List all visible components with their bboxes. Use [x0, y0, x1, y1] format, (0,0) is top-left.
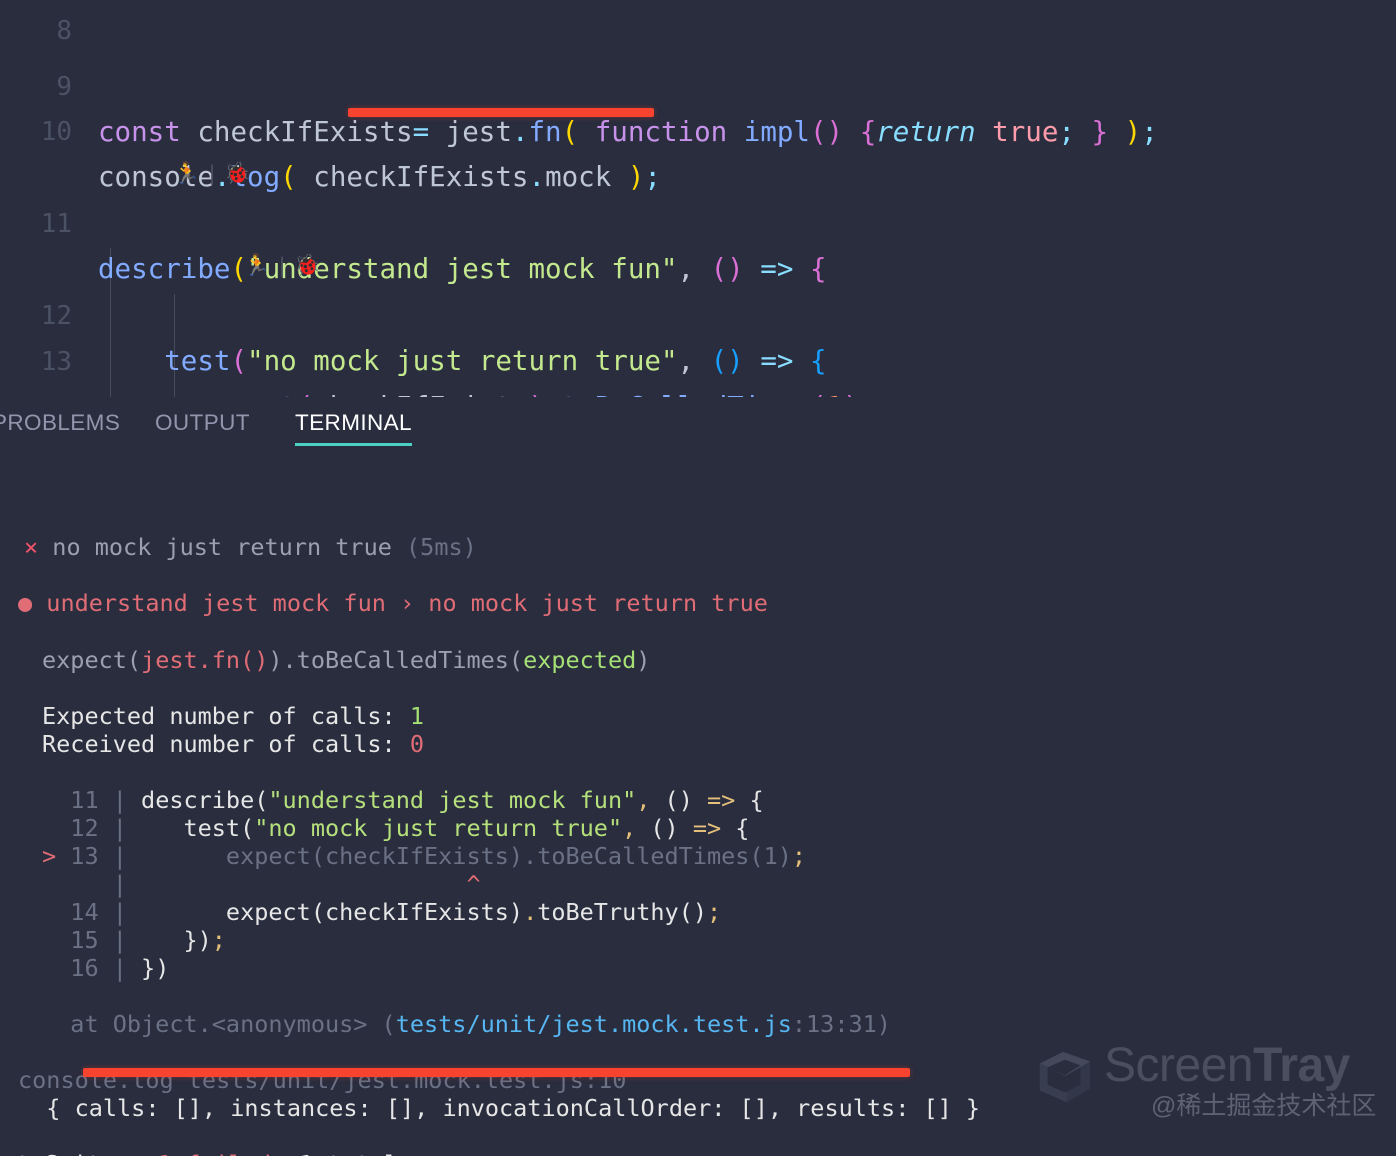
- tab-output-label: OUTPUT: [155, 410, 250, 435]
- terminal-line-test-fail: × no mock just return true (5ms): [24, 533, 477, 561]
- line-number: 11: [40, 209, 72, 239]
- terminal-line-expected-calls: Expected number of calls: 1: [42, 702, 425, 730]
- terminal-line-matcher-signature: expect(jest.fn()).toBeCalledTimes(expect…: [42, 646, 651, 674]
- failure-bullet-icon: ●: [18, 589, 33, 617]
- run-test-icon[interactable]: 🏃: [244, 253, 270, 277]
- codelens-run-debug[interactable]: 🏃 | 🐞: [98, 116, 250, 185]
- panel-tab-bar: PROBLEMS OUTPUT TERMINAL: [0, 397, 1396, 454]
- run-test-icon[interactable]: 🏃: [174, 161, 200, 185]
- line-code-13: expect(checkIfExists).toBeCalledTimes(1)…: [98, 385, 876, 397]
- annotation-underline-mock-object-output: [83, 1068, 910, 1077]
- console-log-value: { calls: [], instances: [], invocationCa…: [18, 1094, 981, 1122]
- summary-test-suites: est Suites: 1 failed, 1 total: [0, 1150, 398, 1156]
- codeframe-line-14: 14 | expect(checkIfExists).toBeTruthy();: [42, 898, 722, 926]
- codeframe-line-12: 12 | test("no mock just return true", ()…: [42, 814, 750, 842]
- tab-problems-label: PROBLEMS: [0, 410, 121, 435]
- codelens-separator: |: [206, 161, 219, 185]
- codeframe-line-15: 15 | });: [42, 926, 226, 954]
- terminal-output[interactable]: × no mock just return true (5ms) ● under…: [0, 454, 1396, 1156]
- tab-terminal[interactable]: TERMINAL: [295, 397, 412, 454]
- editor-line[interactable]: 11 describe("understand jest mock fun", …: [0, 157, 827, 285]
- bottom-panel: PROBLEMS OUTPUT TERMINAL × no mock just …: [0, 397, 1396, 1156]
- active-tab-indicator: [295, 443, 412, 446]
- editor-line[interactable]: 8: [0, 0, 99, 46]
- stacktrace-line[interactable]: at Object.<anonymous> (tests/unit/jest.m…: [42, 1010, 891, 1038]
- editor-line[interactable]: 13 expect(checkIfExists).toBeCalledTimes…: [0, 295, 877, 397]
- terminal-line-received-calls: Received number of calls: 0: [42, 730, 425, 758]
- annotation-underline-mock-property: [348, 108, 654, 117]
- line-number: 10: [40, 117, 72, 147]
- codeframe-line-11: 11 | describe("understand jest mock fun"…: [42, 786, 764, 814]
- tab-problems[interactable]: PROBLEMS: [0, 397, 120, 454]
- codeframe-caret: | ^: [42, 870, 481, 898]
- codeframe-line-16: 16 | }): [42, 954, 170, 982]
- tab-output[interactable]: OUTPUT: [155, 397, 250, 454]
- line-number: 14: [0, 386, 72, 397]
- line-code-12: test("no mock just return true", () => {: [164, 345, 827, 377]
- codelens-separator: |: [276, 253, 289, 277]
- debug-test-icon[interactable]: 🐞: [224, 161, 250, 185]
- screenshot-root: 8 9 const checkIfExists= jest.fn( functi…: [0, 0, 1396, 1156]
- editor-line[interactable]: 9 const checkIfExists= jest.fn( function…: [0, 20, 1157, 148]
- debug-test-icon[interactable]: 🐞: [294, 253, 320, 277]
- code-editor[interactable]: 8 9 const checkIfExists= jest.fn( functi…: [0, 0, 1396, 397]
- terminal-line-failure-title: ● understand jest mock fun › no mock jus…: [18, 589, 768, 617]
- file-link[interactable]: tests/unit/jest.mock.test.js: [396, 1010, 792, 1038]
- codelens-run-debug[interactable]: 🏃 | 🐞: [168, 208, 320, 277]
- fail-cross-icon: ×: [24, 533, 39, 561]
- editor-line[interactable]: 10 console.log( checkIfExists.mock );: [0, 65, 661, 193]
- editor-line[interactable]: 14 expect(checkIfExists).toBeTruthy();: [0, 341, 99, 397]
- codeframe-line-13: > 13 | expect(checkIfExists).toBeCalledT…: [42, 842, 807, 870]
- editor-line[interactable]: 12 test("no mock just return true", () =…: [0, 249, 827, 377]
- tab-terminal-label: TERMINAL: [295, 410, 412, 435]
